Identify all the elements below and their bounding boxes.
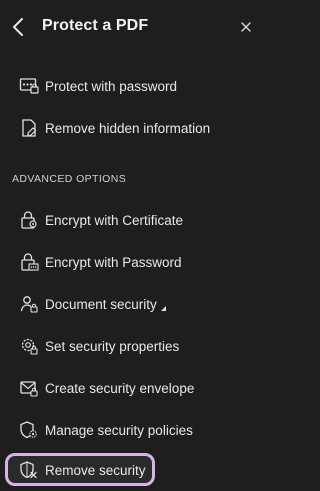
chevron-left-icon (12, 18, 24, 36)
item-label: Set security properties (45, 338, 180, 354)
create-security-envelope-item[interactable]: Create security envelope (12, 375, 242, 401)
item-label: Document security (45, 296, 157, 312)
lock-password-icon (18, 251, 40, 273)
document-security-item[interactable]: Document security (12, 291, 242, 317)
shield-gear-icon (18, 419, 40, 441)
remove-security-item[interactable]: Remove security (12, 457, 242, 483)
set-security-properties-item[interactable]: Set security properties (12, 333, 242, 359)
encrypt-with-password-item[interactable]: Encrypt with Password (12, 249, 242, 275)
item-label: Protect with password (45, 78, 178, 94)
document-eraser-icon (18, 117, 40, 139)
protect-with-password-item[interactable]: Protect with password (12, 73, 242, 99)
lock-certificate-icon (18, 209, 40, 231)
envelope-icon (18, 377, 40, 399)
shield-remove-icon (18, 459, 40, 481)
close-button[interactable] (238, 19, 254, 35)
encrypt-with-certificate-item[interactable]: Encrypt with Certificate (12, 207, 242, 233)
user-lock-icon (18, 293, 40, 315)
panel-title: Protect a PDF (42, 17, 149, 34)
password-dots-icon (18, 75, 40, 97)
item-label: Encrypt with Certificate (45, 212, 184, 228)
back-button[interactable] (9, 16, 27, 38)
item-label: Manage security policies (45, 422, 193, 438)
submenu-caret-icon (160, 305, 166, 311)
item-label: Remove hidden information (45, 120, 211, 136)
gear-lock-icon (18, 335, 40, 357)
advanced-options-heading: ADVANCED OPTIONS (12, 173, 127, 185)
item-label: Encrypt with Password (45, 254, 182, 270)
protect-pdf-panel: Protect a PDF Protect with password Remo (0, 0, 265, 491)
close-icon (241, 22, 251, 32)
item-label: Remove security (45, 462, 146, 478)
manage-security-policies-item[interactable]: Manage security policies (12, 417, 242, 443)
item-label: Create security envelope (45, 380, 195, 396)
remove-hidden-information-item[interactable]: Remove hidden information (12, 115, 242, 141)
panel-header: Protect a PDF (0, 0, 265, 56)
